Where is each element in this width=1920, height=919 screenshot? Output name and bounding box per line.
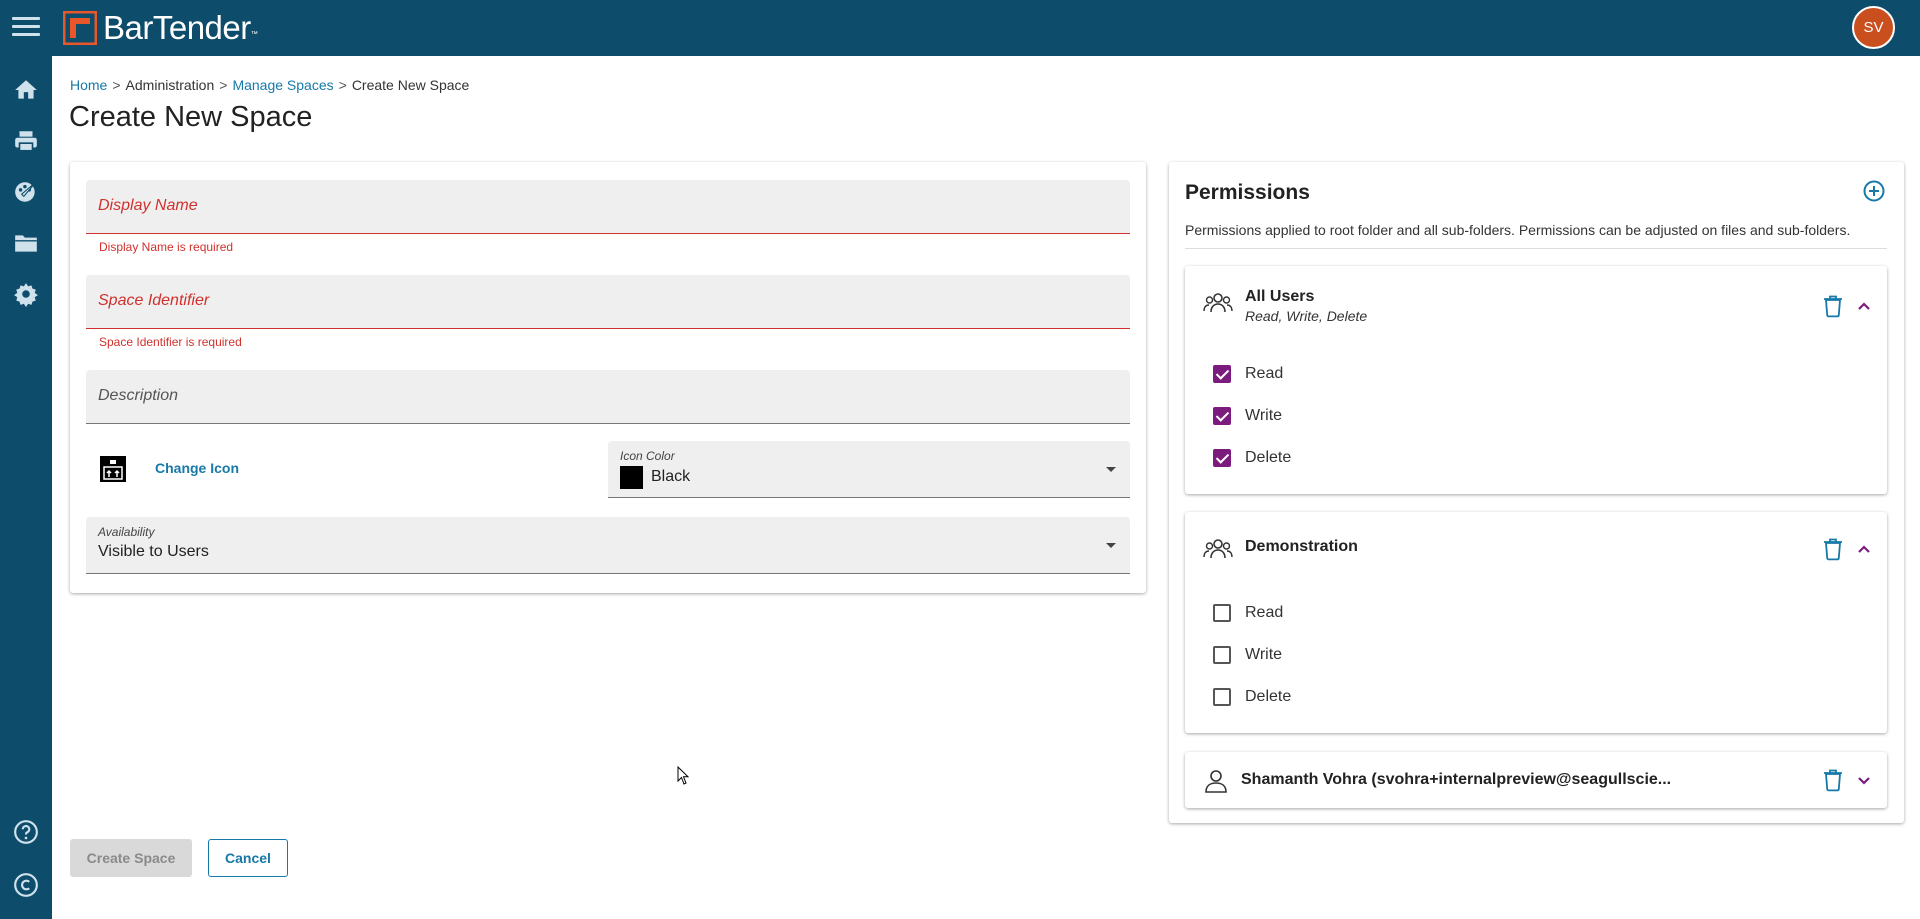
chevron-down-icon[interactable]: [1855, 771, 1873, 789]
printer-icon[interactable]: [12, 127, 40, 155]
change-icon-link[interactable]: Change Icon: [155, 460, 239, 476]
delete-trash-icon[interactable]: [1822, 768, 1844, 792]
breadcrumb-manage-spaces[interactable]: Manage Spaces: [232, 77, 333, 93]
side-nav-rail: [0, 56, 52, 919]
group-name: All Users: [1245, 288, 1315, 305]
users-group-icon: [1203, 288, 1233, 318]
breadcrumb-separator: >: [338, 77, 347, 93]
settings-gear-icon[interactable]: [12, 280, 40, 308]
availability-label: Availability: [98, 525, 155, 539]
checkbox-write[interactable]: Write: [1213, 643, 1282, 667]
display-name-placeholder: Display Name: [98, 197, 198, 214]
design-icon[interactable]: [12, 178, 40, 206]
checkbox-delete[interactable]: Delete: [1213, 446, 1291, 470]
availability-select[interactable]: Availability Visible to Users: [86, 517, 1130, 574]
folder-icon[interactable]: [12, 229, 40, 257]
group-summary: Read, Write, Delete: [1245, 308, 1368, 324]
space-identifier-field[interactable]: Space Identifier: [86, 275, 1130, 329]
bartender-logo-mark: [62, 10, 98, 46]
bartender-logo[interactable]: BarTender ™: [62, 9, 258, 46]
top-app-bar: BarTender ™ SV: [0, 0, 1920, 56]
menu-icon[interactable]: [10, 12, 42, 42]
permissions-title: Permissions: [1185, 181, 1310, 204]
display-name-error: Display Name is required: [99, 240, 234, 254]
trademark: ™: [250, 31, 258, 38]
checkbox-read[interactable]: Read: [1213, 362, 1283, 386]
chevron-up-icon[interactable]: [1855, 297, 1873, 315]
group-name: Shamanth Vohra (svohra+internalpreview@s…: [1241, 771, 1672, 788]
icon-color-select[interactable]: Icon Color Black: [608, 441, 1130, 498]
add-permission-icon[interactable]: [1862, 179, 1886, 203]
breadcrumb: Home > Administration > Manage Spaces > Create…: [70, 77, 469, 93]
permission-group-demonstration: Demonstration Read Write Delete: [1185, 512, 1887, 733]
checkbox-delete[interactable]: Delete: [1213, 685, 1291, 709]
display-name-field[interactable]: Display Name: [86, 180, 1130, 234]
user-icon: [1203, 768, 1229, 794]
chevron-down-icon: [1106, 543, 1116, 548]
checkbox-label: Write: [1245, 646, 1283, 663]
app-name: BarTender: [103, 9, 251, 46]
breadcrumb-home[interactable]: Home: [70, 77, 107, 93]
mouse-pointer-icon: [677, 765, 691, 786]
permission-group-all-users: All Users Read, Write, Delete Read Write…: [1185, 266, 1887, 494]
divider: [1185, 248, 1887, 249]
checkbox-write[interactable]: Write: [1213, 404, 1282, 428]
space-form-card: Display Name Display Name is required Sp…: [70, 162, 1146, 593]
cancel-button[interactable]: Cancel: [208, 839, 288, 877]
space-icon-preview: [100, 456, 126, 482]
checkbox-box[interactable]: [1213, 449, 1231, 467]
checkbox-label: Write: [1245, 407, 1283, 424]
chevron-down-icon: [1106, 467, 1116, 472]
create-space-button[interactable]: Create Space: [70, 839, 192, 877]
checkbox-read[interactable]: Read: [1213, 601, 1283, 625]
help-icon[interactable]: [12, 818, 40, 846]
checkbox-label: Read: [1245, 604, 1284, 621]
checkbox-box[interactable]: [1213, 646, 1231, 664]
color-swatch: [620, 466, 643, 489]
breadcrumb-current: Create New Space: [351, 77, 470, 93]
breadcrumb-separator: >: [112, 77, 121, 93]
permissions-card: Permissions Permissions applied to root …: [1169, 162, 1904, 823]
users-group-icon: [1203, 534, 1233, 564]
delete-trash-icon[interactable]: [1822, 294, 1844, 318]
permissions-description: Permissions applied to root folder and a…: [1185, 222, 1851, 238]
breadcrumb-separator: >: [219, 77, 228, 93]
page-title: Create New Space: [69, 101, 313, 133]
group-name: Demonstration: [1245, 538, 1358, 555]
checkbox-box[interactable]: [1213, 407, 1231, 425]
checkbox-label: Read: [1245, 365, 1284, 382]
availability-value: Visible to Users: [98, 543, 209, 560]
breadcrumb-administration: Administration: [125, 77, 215, 93]
space-identifier-error: Space Identifier is required: [99, 335, 242, 349]
copyright-icon[interactable]: [12, 871, 40, 899]
home-icon[interactable]: [12, 76, 40, 104]
space-identifier-placeholder: Space Identifier: [98, 292, 210, 309]
icon-color-value: Black: [651, 468, 691, 485]
checkbox-box[interactable]: [1213, 688, 1231, 706]
checkbox-label: Delete: [1245, 688, 1292, 705]
icon-color-label: Icon Color: [620, 449, 675, 463]
checkbox-label: Delete: [1245, 449, 1292, 466]
description-field[interactable]: Description: [86, 370, 1130, 424]
user-avatar[interactable]: SV: [1852, 6, 1895, 49]
checkbox-box[interactable]: [1213, 365, 1231, 383]
permission-group-user: Shamanth Vohra (svohra+internalpreview@s…: [1185, 752, 1887, 808]
delete-trash-icon[interactable]: [1822, 537, 1844, 561]
description-placeholder: Description: [98, 387, 179, 404]
chevron-up-icon[interactable]: [1855, 540, 1873, 558]
checkbox-box[interactable]: [1213, 604, 1231, 622]
